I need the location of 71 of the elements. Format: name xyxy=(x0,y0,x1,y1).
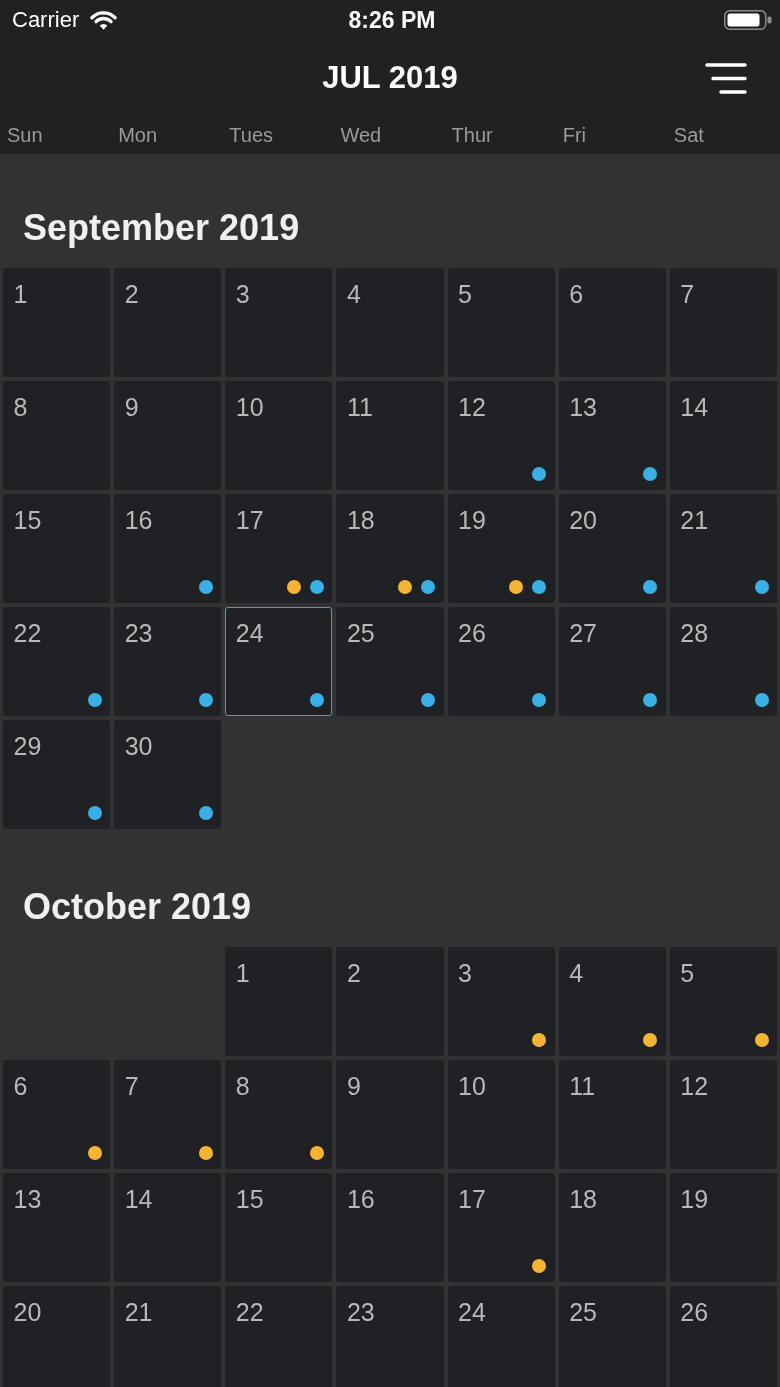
day-cell[interactable]: 23 xyxy=(336,1286,444,1387)
day-cell[interactable]: 20 xyxy=(3,1286,111,1387)
day-cell[interactable]: 21 xyxy=(669,494,777,603)
day-cell[interactable]: 8 xyxy=(3,381,111,490)
wifi-icon xyxy=(90,10,118,30)
day-cell[interactable]: 4 xyxy=(336,268,444,377)
day-cell[interactable]: 7 xyxy=(114,1060,222,1169)
day-cell[interactable]: 15 xyxy=(225,1173,333,1282)
day-cell[interactable]: 8 xyxy=(225,1060,333,1169)
day-cell[interactable]: 10 xyxy=(447,1060,555,1169)
month-title: JUL 2019 xyxy=(322,60,458,96)
day-cell[interactable]: 22 xyxy=(3,607,111,716)
day-cell[interactable]: 6 xyxy=(558,268,666,377)
day-cell[interactable]: 16 xyxy=(336,1173,444,1282)
month-heading: October 2019 xyxy=(22,885,252,929)
day-cell[interactable]: 14 xyxy=(114,1173,222,1282)
day-cell[interactable]: 28 xyxy=(669,607,777,716)
day-cell[interactable]: 27 xyxy=(558,607,666,716)
day-cell[interactable]: 14 xyxy=(669,381,777,490)
day-cell[interactable]: 2 xyxy=(114,268,222,377)
day-cell[interactable]: 1 xyxy=(225,947,333,1056)
day-cell[interactable]: 22 xyxy=(225,1286,333,1387)
day-cell[interactable]: 3 xyxy=(225,268,333,377)
day-cell[interactable]: 18 xyxy=(336,494,444,603)
day-cell[interactable]: 1 xyxy=(3,268,111,377)
month-heading: September 2019 xyxy=(22,206,300,250)
day-cell[interactable]: 2 xyxy=(336,947,444,1056)
day-cell[interactable]: 21 xyxy=(114,1286,222,1387)
day-cell[interactable]: 12 xyxy=(669,1060,777,1169)
day-cell[interactable]: 7 xyxy=(669,268,777,377)
day-cell[interactable]: 6 xyxy=(3,1060,111,1169)
day-cell[interactable]: 24 xyxy=(225,607,333,716)
weekday-label: Mon xyxy=(117,123,158,147)
day-cell[interactable]: 19 xyxy=(669,1173,777,1282)
day-cell[interactable]: 18 xyxy=(558,1173,666,1282)
weekday-label: Tues xyxy=(228,123,273,147)
carrier-label: Carrier xyxy=(12,7,80,33)
day-cell[interactable]: 15 xyxy=(3,494,111,603)
day-cell[interactable]: 4 xyxy=(558,947,666,1056)
weekday-label: Thur xyxy=(450,123,493,147)
day-cell[interactable]: 20 xyxy=(558,494,666,603)
day-cell[interactable]: 25 xyxy=(336,607,444,716)
day-cell[interactable]: 11 xyxy=(336,381,444,490)
day-cell[interactable]: 11 xyxy=(558,1060,666,1169)
day-cell[interactable]: 10 xyxy=(225,381,333,490)
battery-icon xyxy=(724,10,772,30)
weekday-label: Sun xyxy=(6,123,43,147)
day-cell[interactable]: 26 xyxy=(447,607,555,716)
day-cell[interactable]: 13 xyxy=(3,1173,111,1282)
day-cell[interactable]: 17 xyxy=(225,494,333,603)
day-cell[interactable]: 16 xyxy=(114,494,222,603)
day-cell[interactable]: 19 xyxy=(447,494,555,603)
day-cell[interactable]: 9 xyxy=(336,1060,444,1169)
day-cell[interactable]: 24 xyxy=(447,1286,555,1387)
day-cell[interactable]: 5 xyxy=(447,268,555,377)
day-cell[interactable]: 26 xyxy=(669,1286,777,1387)
day-cell[interactable]: 12 xyxy=(447,381,555,490)
day-cell[interactable]: 29 xyxy=(3,720,111,829)
day-cell[interactable]: 5 xyxy=(669,947,777,1056)
menu-icon[interactable] xyxy=(705,62,747,94)
day-cell[interactable]: 13 xyxy=(558,381,666,490)
day-cell[interactable]: 30 xyxy=(114,720,222,829)
weekday-label: Fri xyxy=(561,123,587,147)
day-cell[interactable]: 25 xyxy=(558,1286,666,1387)
time-label: 8:26 PM xyxy=(348,6,436,34)
day-cell[interactable]: 9 xyxy=(114,381,222,490)
weekday-label: Sat xyxy=(672,123,704,147)
weekday-label: Wed xyxy=(339,123,382,147)
day-cell[interactable]: 3 xyxy=(447,947,555,1056)
day-cell[interactable]: 17 xyxy=(447,1173,555,1282)
day-cell[interactable]: 23 xyxy=(114,607,222,716)
